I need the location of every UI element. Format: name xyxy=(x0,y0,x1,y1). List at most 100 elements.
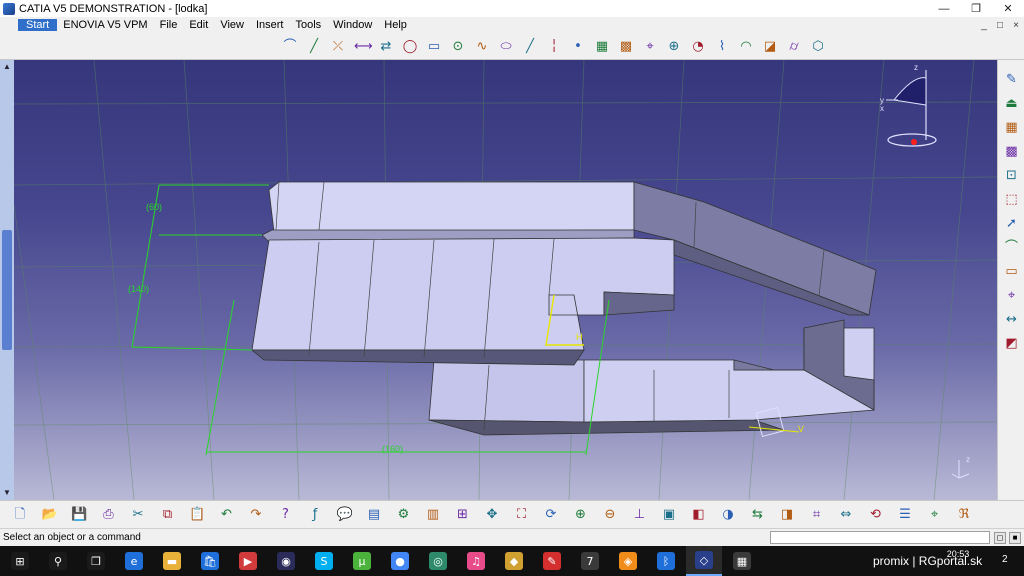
redo-icon[interactable]: ↷ xyxy=(248,507,264,523)
windows-start-icon[interactable]: ⊞ xyxy=(2,546,38,576)
tree-icon[interactable]: ⊞ xyxy=(455,507,471,523)
line-icon[interactable]: ╱ xyxy=(306,39,322,55)
catia-icon[interactable]: ◇ xyxy=(686,546,722,576)
skype-icon[interactable]: S xyxy=(306,546,342,576)
arc-icon[interactable]: ◠ xyxy=(738,39,754,55)
snap-icon[interactable]: ▩ xyxy=(618,39,634,55)
axis-icon[interactable]: ⤫ xyxy=(330,39,346,55)
swap-icon[interactable]: ⇆ xyxy=(750,507,766,523)
normal-view-icon[interactable]: ⊥ xyxy=(632,507,648,523)
power-input-clear-button[interactable]: ◻ xyxy=(994,531,1006,544)
power-input-field[interactable] xyxy=(770,531,990,544)
menu-edit[interactable]: Edit xyxy=(183,19,214,31)
close-button[interactable]: ✕ xyxy=(992,2,1024,15)
circle-icon[interactable]: ◯ xyxy=(402,39,418,55)
open-icon[interactable]: 📂 xyxy=(42,507,58,523)
line2-icon[interactable]: ╱ xyxy=(522,39,538,55)
search-icon[interactable]: ⚲ xyxy=(40,546,76,576)
translate-icon[interactable]: ⇄ xyxy=(378,39,394,55)
ellipse-icon[interactable]: ⬭ xyxy=(498,39,514,55)
undo-icon[interactable]: ↶ xyxy=(219,507,235,523)
child-restore-button[interactable]: □ xyxy=(992,20,1008,31)
table-icon[interactable]: ▤ xyxy=(366,507,382,523)
constraint-tool-icon[interactable]: ⌖ xyxy=(1003,288,1020,305)
rectangle-tool-icon[interactable]: ▭ xyxy=(1003,264,1020,281)
upper-block-inner-wall[interactable] xyxy=(603,291,675,316)
lower-block-front[interactable] xyxy=(428,359,585,423)
update-icon[interactable]: ⟲ xyxy=(868,507,884,523)
tangent-icon[interactable]: ◔ xyxy=(690,39,706,55)
utorrent-icon[interactable]: µ xyxy=(344,546,380,576)
pdf-icon[interactable]: ✎ xyxy=(534,546,570,576)
scroll-down-icon[interactable]: ▼ xyxy=(3,488,11,497)
shading-icon[interactable]: ◨ xyxy=(779,507,795,523)
constraint-icon[interactable]: ⌖ xyxy=(642,39,658,55)
bluetooth-icon[interactable]: ᛒ xyxy=(648,546,684,576)
media-icon[interactable]: ▶ xyxy=(230,546,266,576)
profile-icon[interactable]: ⌒ xyxy=(282,39,298,55)
fit-all-icon[interactable]: ⛶ xyxy=(514,507,530,523)
paste-icon[interactable]: 📋 xyxy=(189,507,205,523)
measure-icon[interactable]: ⇔ xyxy=(838,507,854,523)
menu-insert[interactable]: Insert xyxy=(250,19,290,31)
cube-icon[interactable]: ◧ xyxy=(691,507,707,523)
print-icon[interactable]: ⎙ xyxy=(101,507,117,523)
app-icon[interactable]: ◎ xyxy=(420,546,456,576)
cut-icon[interactable]: ✂ xyxy=(130,507,146,523)
dimension-140-label[interactable]: (140) xyxy=(128,284,149,294)
layer-icon[interactable]: ☰ xyxy=(897,507,913,523)
construction-mode-icon[interactable]: ⬚ xyxy=(1003,192,1020,209)
rotate-icon[interactable]: ⟳ xyxy=(543,507,559,523)
contact-icon[interactable]: ⊕ xyxy=(666,39,682,55)
upper-block-top[interactable] xyxy=(268,181,635,233)
child-minimize-button[interactable]: _ xyxy=(976,20,992,31)
point-icon[interactable]: ⊙ xyxy=(450,39,466,55)
dot-icon[interactable]: • xyxy=(570,39,586,55)
menu-file[interactable]: File xyxy=(154,19,184,31)
dimension-bottom-label[interactable]: (160) xyxy=(382,444,403,454)
catalog-icon[interactable]: ▥ xyxy=(425,507,441,523)
menu-help[interactable]: Help xyxy=(378,19,413,31)
itunes-icon[interactable]: ♫ xyxy=(458,546,494,576)
menu-window[interactable]: Window xyxy=(327,19,378,31)
macro-icon[interactable]: ⚙ xyxy=(396,507,412,523)
sketch-positioned-icon[interactable]: ▦ xyxy=(1003,120,1020,137)
mirror-icon[interactable]: ⟷ xyxy=(354,39,373,55)
minimize-button[interactable]: — xyxy=(928,3,960,15)
edge-icon[interactable]: e xyxy=(116,546,152,576)
dassault-logo-icon[interactable]: ℜ xyxy=(956,507,972,523)
new-icon[interactable]: 🗋 xyxy=(12,507,28,523)
sketcher-icon[interactable]: ✎ xyxy=(1003,72,1020,89)
notification-count[interactable]: 2 xyxy=(1002,554,1008,565)
smart-pick-icon[interactable]: ⌇ xyxy=(714,39,730,55)
dimension-tool-icon[interactable]: ↔ xyxy=(1003,312,1020,329)
grid-icon[interactable]: ▦ xyxy=(594,39,610,55)
compass-icon[interactable]: ⌖ xyxy=(927,507,943,523)
child-close-button[interactable]: × xyxy=(1008,20,1024,31)
explorer-icon[interactable]: ▬ xyxy=(154,546,190,576)
task-view-icon[interactable]: ❐ xyxy=(78,546,114,576)
league-icon[interactable]: ◆ xyxy=(496,546,532,576)
multi-view-icon[interactable]: ▣ xyxy=(661,507,677,523)
maximize-button[interactable]: ❐ xyxy=(960,2,992,15)
pan-icon[interactable]: ✥ xyxy=(484,507,500,523)
exit-workbench-icon[interactable]: ⏏ xyxy=(1003,96,1020,113)
compass[interactable] xyxy=(886,70,937,147)
zoom-in-icon[interactable]: ⊕ xyxy=(573,507,589,523)
whats-this-icon[interactable]: ? xyxy=(278,507,294,523)
copy-icon[interactable]: ⧉ xyxy=(160,507,176,523)
knowledge-icon[interactable]: 💬 xyxy=(337,507,353,523)
steam-icon[interactable]: ◉ xyxy=(268,546,304,576)
taskbar-clock[interactable]: 20:53 xyxy=(940,549,976,559)
sketch-analysis-icon[interactable]: ⌗ xyxy=(809,507,825,523)
3d-viewport[interactable]: (60) (140) (160) H V z y x z xyxy=(14,60,997,500)
snap-to-point-icon[interactable]: ⊡ xyxy=(1003,168,1020,185)
store-icon[interactable]: 🛍 xyxy=(192,546,228,576)
scrollbar-thumb[interactable] xyxy=(2,230,12,350)
chrome-icon[interactable]: ● xyxy=(382,546,418,576)
calculator-icon[interactable]: ▦ xyxy=(724,546,760,576)
fill-icon[interactable]: ◪ xyxy=(762,39,778,55)
profile-tool-icon[interactable]: ⌒ xyxy=(1003,240,1020,257)
construction-icon[interactable]: ╎ xyxy=(546,39,562,55)
cylinder-icon[interactable]: ⌭ xyxy=(786,39,802,55)
